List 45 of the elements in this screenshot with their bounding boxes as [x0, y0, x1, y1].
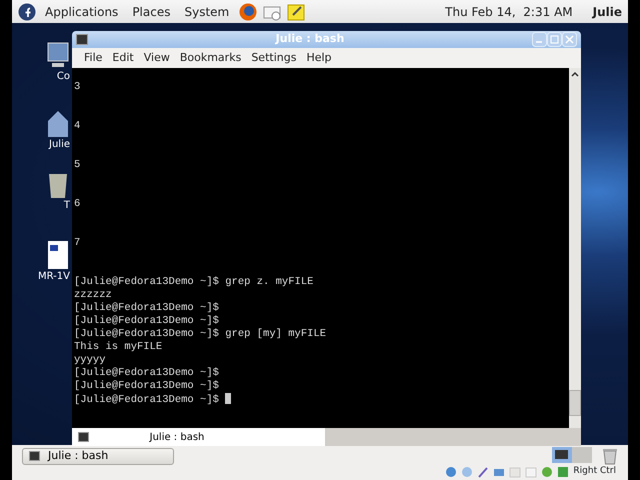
terminal-line: [Julie@Fedora13Demo ~]$ — [74, 315, 219, 327]
user-name[interactable]: Julie — [592, 2, 622, 20]
pen-icon — [477, 466, 490, 478]
terminal-line: [Julie@Fedora13Demo ~]$ grep [my] myFILE — [74, 328, 326, 340]
menu-item[interactable]: Applications — [40, 2, 124, 20]
menu-item[interactable]: Places — [127, 2, 176, 20]
icon-label[interactable]: Julie — [49, 139, 70, 151]
taskbar-button[interactable]: Julie : bash — [22, 448, 174, 464]
menu-item[interactable]: View — [140, 50, 174, 66]
terminal-line: 4 — [74, 120, 80, 132]
menu-item[interactable]: Bookmarks — [176, 50, 246, 66]
tab[interactable]: Julie : bash — [72, 428, 325, 446]
notes-icon[interactable] — [286, 2, 306, 22]
window-title: Julie : bash — [274, 31, 346, 48]
terminal-line: [Julie@Fedora13Demo ~]$ grep z. myFILE — [74, 276, 314, 288]
terminal-line: zzzzzz — [74, 289, 112, 301]
terminal-icon — [76, 34, 88, 45]
terminal-line: [Julie@Fedora13Demo ~]$ — [74, 380, 219, 392]
menu-item[interactable]: Help — [302, 50, 336, 66]
terminal-icon — [78, 432, 89, 442]
terminal-line: 3 — [74, 81, 80, 93]
terminal-line: This is myFILE — [74, 341, 162, 353]
workspace-switcher-icon[interactable] — [552, 447, 592, 463]
terminal-line: 5 — [74, 159, 80, 171]
terminal-line: 7 — [74, 237, 80, 249]
menu-item[interactable]: Edit — [108, 50, 138, 66]
document-icon[interactable] — [46, 239, 70, 271]
terminal-icon — [29, 451, 40, 461]
scrollbar-thumb[interactable] — [569, 390, 581, 416]
clock[interactable]: Thu Feb 14, 2:31 AM — [445, 2, 573, 20]
terminal-line: [Julie@Fedora13Demo ~]$ — [74, 302, 219, 314]
terminal-line: 6 — [74, 198, 80, 210]
menu-item[interactable]: File — [80, 50, 106, 66]
host-key-label: Right Ctrl — [573, 465, 616, 478]
logo-icon[interactable] — [18, 2, 36, 20]
icon-label[interactable]: T — [64, 200, 70, 212]
terminal-line: [Julie@Fedora13Demo ~]$ — [74, 367, 219, 379]
terminal-line: yyyyy — [74, 354, 106, 366]
menu-item[interactable]: Settings — [247, 50, 300, 66]
scrollbar[interactable] — [569, 68, 581, 428]
icon-label[interactable]: Co — [56, 71, 70, 83]
menu-item[interactable]: System — [179, 2, 234, 20]
terminal-line: [Julie@Fedora13Demo ~]$ — [74, 394, 219, 406]
icon-label[interactable]: MR-1V — [38, 271, 70, 283]
browser-icon[interactable] — [238, 2, 258, 22]
